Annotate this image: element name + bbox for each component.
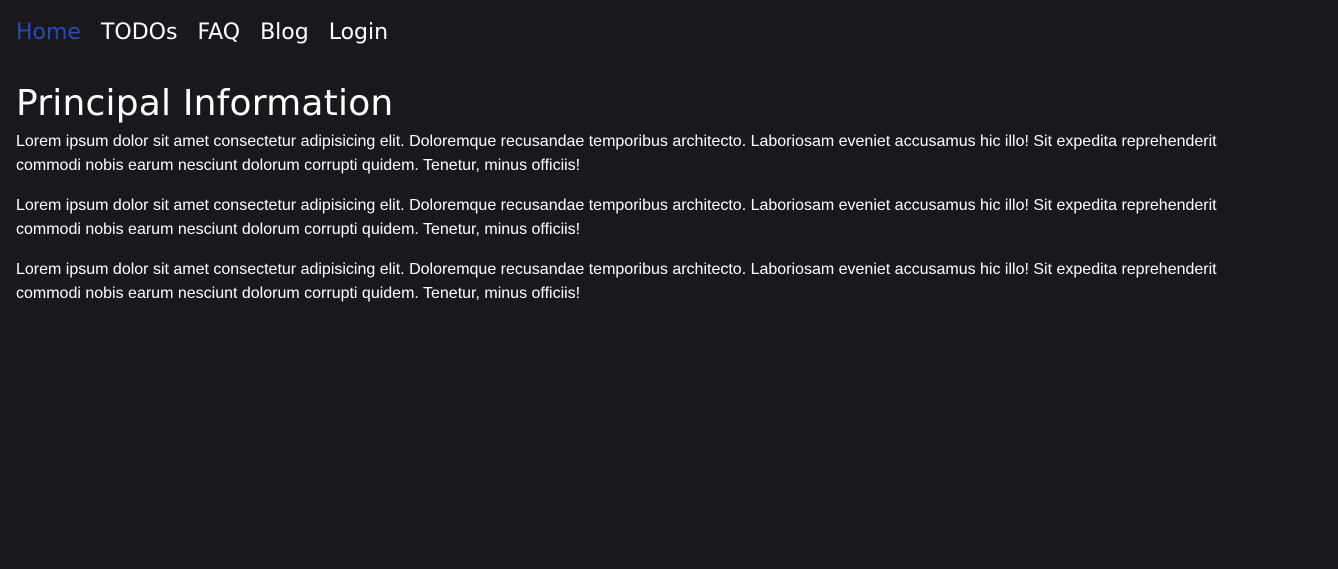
nav-link-todos[interactable]: TODOs — [101, 20, 177, 44]
top-nav: Home TODOs FAQ Blog Login — [16, 0, 1322, 64]
page: Home TODOs FAQ Blog Login Principal Info… — [0, 0, 1338, 569]
nav-link-home[interactable]: Home — [16, 20, 81, 44]
page-title: Principal Information — [16, 83, 394, 124]
paragraph-1: Lorem ipsum dolor sit amet consectetur a… — [16, 132, 1217, 174]
paragraph-2: Lorem ipsum dolor sit amet consectetur a… — [16, 196, 1217, 238]
nav-link-login[interactable]: Login — [329, 20, 388, 44]
nav-link-blog[interactable]: Blog — [260, 20, 309, 44]
main-content: Principal Information Lorem ipsum dolor … — [16, 84, 1322, 306]
paragraph-3: Lorem ipsum dolor sit amet consectetur a… — [16, 260, 1217, 302]
nav-link-faq[interactable]: FAQ — [197, 20, 240, 44]
